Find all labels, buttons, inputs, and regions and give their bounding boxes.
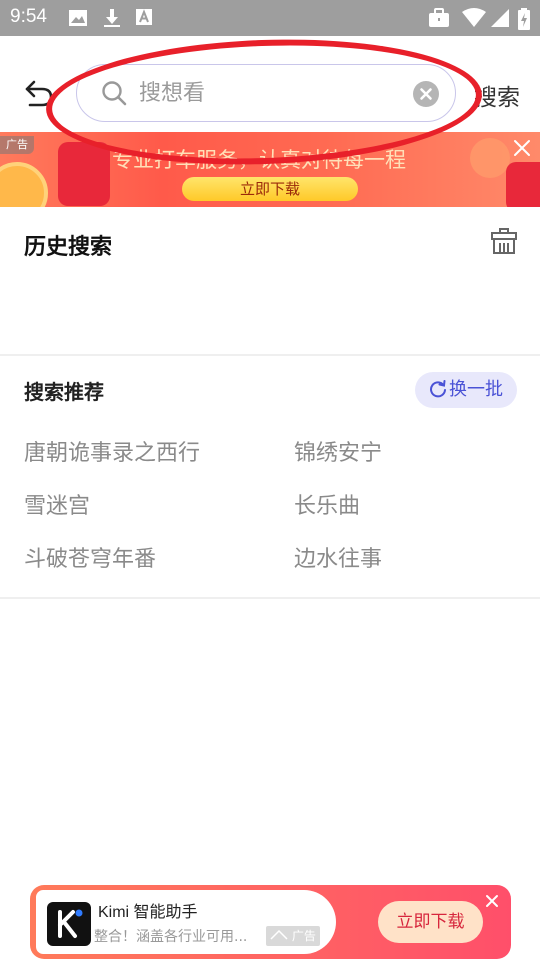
ad-download-button[interactable]: 立即下载	[378, 901, 483, 943]
close-icon	[514, 140, 530, 156]
trash-icon	[491, 228, 517, 254]
clear-icon	[420, 88, 432, 100]
close-icon	[486, 895, 498, 907]
a-icon	[135, 8, 153, 30]
ad-close-button[interactable]	[485, 893, 499, 907]
recommend-item[interactable]: 长乐曲	[294, 488, 360, 520]
banner-ad[interactable]: 广告 专业打车服务，认真对待每一程 立即下载	[0, 132, 540, 207]
back-button[interactable]	[22, 76, 56, 110]
battery-icon	[518, 8, 530, 34]
search-header: 搜索	[0, 36, 540, 132]
ad-card: Kimi 智能助手 整合！涵盖各行业可用... 广告	[36, 890, 336, 954]
recommend-item[interactable]: 边水往事	[294, 541, 382, 573]
search-button[interactable]: 搜索	[474, 78, 520, 112]
back-arrow-icon	[25, 80, 53, 107]
clear-input-button[interactable]	[413, 81, 439, 107]
red-packet-decoration	[506, 162, 540, 207]
refresh-icon	[430, 380, 446, 398]
image-icon	[68, 8, 88, 32]
refresh-button[interactable]: 换一批	[415, 372, 517, 408]
recommend-item[interactable]: 雪迷宫	[24, 488, 90, 520]
recommend-title: 搜索推荐	[24, 380, 104, 404]
search-icon	[101, 80, 127, 110]
banner-close-button[interactable]	[512, 138, 532, 158]
ad-tag-label: 广告	[291, 929, 316, 943]
history-section: 历史搜索	[0, 207, 540, 355]
coin-decoration	[470, 138, 510, 178]
status-time: 9:54	[10, 6, 47, 27]
bottom-ad[interactable]: Kimi 智能助手 整合！涵盖各行业可用... 广告 立即下载	[30, 885, 511, 959]
status-bar: 9:54	[0, 0, 540, 36]
refresh-label: 换一批	[449, 379, 503, 400]
divider	[0, 354, 540, 356]
coin-decoration	[0, 162, 48, 207]
history-title: 历史搜索	[24, 235, 113, 260]
download-icon	[102, 8, 122, 32]
banner-slogan: 专业打车服务，认真对待每一程	[112, 148, 406, 172]
ad-network-icon	[270, 929, 288, 940]
briefcase-icon	[428, 8, 450, 32]
divider	[0, 597, 540, 599]
red-packet-decoration	[58, 142, 110, 206]
recommend-item[interactable]: 唐朝诡事录之西行	[24, 435, 200, 467]
signal-icon	[490, 8, 510, 32]
wifi-icon	[462, 8, 486, 32]
search-box[interactable]	[76, 64, 456, 122]
ad-description: 整合！涵盖各行业可用...	[94, 929, 248, 945]
banner-download-button[interactable]: 立即下载	[182, 177, 358, 201]
recommend-item[interactable]: 锦绣安宁	[294, 435, 382, 467]
search-input[interactable]	[139, 75, 389, 111]
recommend-section: 搜索推荐 换一批 唐朝诡事录之西行 锦绣安宁 雪迷宫 长乐曲 斗破苍穹年番 边水…	[0, 357, 540, 597]
recommend-item[interactable]: 斗破苍穹年番	[24, 541, 156, 573]
kimi-logo-icon	[47, 902, 91, 946]
ad-app-name: Kimi 智能助手	[98, 904, 198, 921]
ad-tag: 广告	[266, 926, 320, 946]
ad-tag: 广告	[0, 136, 34, 154]
clear-history-button[interactable]	[490, 227, 518, 259]
